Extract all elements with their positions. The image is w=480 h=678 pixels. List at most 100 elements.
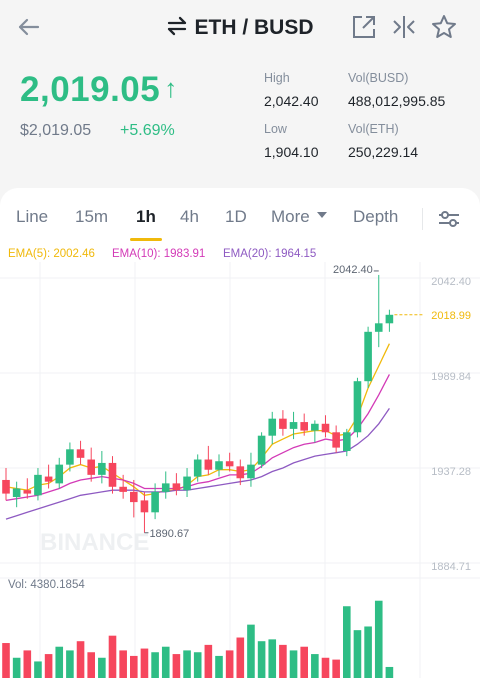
candle-body [87,459,95,475]
candle-body [321,423,330,433]
axis-label: 2042.40 [431,276,471,288]
volume-bar [161,646,170,678]
candle-body [119,486,127,492]
pair-label: ETH / BUSD [194,16,314,39]
candle-body [289,422,298,429]
last-price-value: 2,019.05 [20,70,161,109]
candle-body [76,449,85,458]
candle-body [140,500,149,513]
volume-bar [108,635,117,678]
axis-label: 1989.84 [431,371,471,383]
volume-bar [140,648,149,678]
volume-bar [374,600,383,678]
vol-busd-label: Vol(BUSD) [348,71,409,85]
high-marker: 2042.40 [333,264,373,276]
volume-bar [183,650,191,678]
candle-body [343,432,351,452]
candle-body [183,476,191,491]
axis-label: 1937.28 [431,466,471,478]
binance-watermark: BINANCE [40,529,149,556]
volume-bar [193,652,202,678]
last-price: 2,019.05 ↑ [20,70,178,110]
volume-bar [343,606,351,678]
candle-body [364,331,372,382]
vol-eth-value: 250,229.14 [348,144,419,160]
axis-label: 1884.71 [431,561,471,573]
candle-body [236,466,245,479]
high-value: 2,042.40 [264,93,319,109]
candle-body [44,476,53,482]
volume-bar [321,657,330,678]
vol-eth-label: Vol(ETH) [348,122,399,136]
volume-bar [247,624,255,678]
candle-body [23,490,32,494]
volume-bar [34,661,42,678]
candle-body [385,314,394,324]
low-label: Low [264,122,287,136]
vol-busd-value: 488,012,995.85 [348,93,446,109]
volume-bar [364,626,372,678]
volume-bar [353,630,362,678]
volume-bar [87,652,95,678]
candle-body [172,483,181,491]
candle-body [353,381,362,433]
high-label: High [264,71,290,85]
volume-bar [311,654,319,678]
volume-bar [204,644,213,678]
candle-body [66,449,74,465]
candle-body [2,479,10,494]
volume-bar [236,637,245,678]
volume-bar [66,650,74,678]
volume-bars [2,600,394,678]
candle-body [247,464,255,479]
candle-body [300,422,308,431]
candle-body [151,491,159,513]
candle-body [332,432,340,448]
compare-icon[interactable] [390,13,418,41]
candle-body [98,462,106,475]
volume-bar [172,654,181,678]
volume-bar [225,650,234,678]
candle-body [108,462,117,487]
candles [2,274,394,533]
volume-bar [300,646,308,678]
candle-body [34,474,42,496]
candle-body [204,459,213,470]
volume-bar [12,657,21,678]
volume-bar [257,641,266,678]
ema-lines [5,343,390,520]
volume-label: Vol: 4380.1854 [8,579,85,591]
volume-bar [119,650,127,678]
low-marker: 1890.67 [149,528,189,540]
share-icon[interactable] [350,13,378,41]
volume-bar [268,639,277,678]
up-arrow-icon: ↑ [164,73,178,103]
candle-body [55,464,64,484]
volume-bar [332,659,340,678]
candle-body [279,418,287,429]
candle-body [12,488,21,497]
volume-bar [98,657,106,678]
volume-bar [76,641,85,678]
volume-bar [215,655,223,678]
swap-arrows-icon [168,16,187,36]
price-change: +5.69% [120,122,175,139]
volume-bar [2,643,10,678]
price-panel: 2,019.05 ↑ $2,019.05 +5.69% High 2,042.40… [0,58,480,188]
candle-body [225,461,234,467]
volume-bar [130,655,138,678]
volume-bar [44,654,53,678]
candle-body [130,491,138,503]
low-value: 1,904.10 [264,144,319,160]
candlestick-chart[interactable]: BINANCE 2042.40 1989.84 1937.28 1884.71 2042… [0,188,480,678]
candle-body [268,418,277,436]
fiat-price: $2,019.05 [20,122,92,139]
candle-body [311,423,319,431]
volume-bar [289,650,298,678]
volume-bar [279,644,287,678]
candle-body [215,461,223,470]
top-bar: ETH / BUSD [0,0,480,58]
star-icon[interactable] [430,13,458,41]
volume-bar [23,650,32,678]
candle-body [374,323,383,332]
